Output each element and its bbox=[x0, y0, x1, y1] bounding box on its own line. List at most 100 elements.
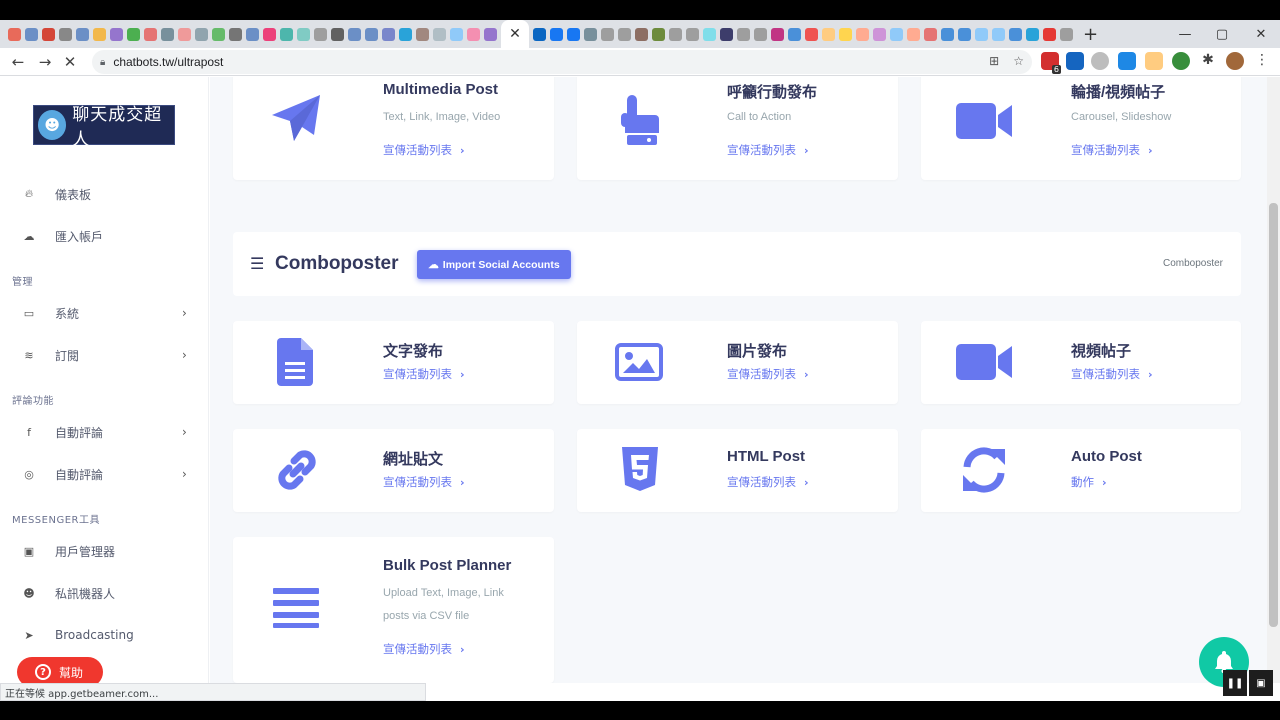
new-tab-icon[interactable]: + bbox=[1083, 24, 1098, 45]
tab-favicon[interactable] bbox=[297, 27, 310, 41]
tab-favicon[interactable] bbox=[229, 27, 242, 41]
extension-icon[interactable]: 6 bbox=[1041, 52, 1061, 74]
back-icon[interactable]: ← bbox=[8, 52, 28, 72]
tab-favicon[interactable] bbox=[1026, 27, 1039, 41]
sidebar-item-broadcasting[interactable]: ➤ Broadcasting bbox=[0, 620, 209, 650]
translate-icon[interactable]: ⊞ bbox=[989, 54, 999, 68]
tab-favicon[interactable] bbox=[263, 27, 276, 41]
tab-favicon[interactable] bbox=[93, 27, 106, 41]
tab-favicon[interactable] bbox=[433, 27, 446, 41]
tab-favicon[interactable] bbox=[144, 27, 157, 41]
import-social-accounts-button[interactable]: ☁ Import Social Accounts bbox=[417, 250, 571, 279]
tab-favicon[interactable] bbox=[618, 27, 631, 41]
tab-favicon[interactable] bbox=[890, 27, 903, 41]
tab-favicon[interactable] bbox=[771, 27, 784, 41]
tab-favicon[interactable] bbox=[1060, 27, 1073, 41]
tab-favicon[interactable] bbox=[737, 27, 750, 41]
extension-icon[interactable] bbox=[1066, 52, 1084, 70]
tab-favicon[interactable] bbox=[127, 27, 140, 41]
stop-icon[interactable]: ✕ bbox=[60, 52, 80, 72]
card-auto-post[interactable]: Auto Post 動作 › bbox=[921, 429, 1241, 512]
tab-favicon[interactable] bbox=[8, 27, 21, 41]
card-html-post[interactable]: HTML Post 宣傳活動列表 › bbox=[577, 429, 898, 512]
bookmark-star-icon[interactable]: ☆ bbox=[1013, 54, 1024, 68]
tab-favicon[interactable] bbox=[601, 27, 614, 41]
tab-favicon[interactable] bbox=[958, 27, 971, 41]
sidebar-item-messenger-bot[interactable]: ☻ 私訊機器人 bbox=[0, 578, 209, 608]
extension-icon[interactable] bbox=[1118, 52, 1136, 70]
tab-favicon[interactable] bbox=[25, 27, 38, 41]
tab-favicon[interactable] bbox=[348, 27, 361, 41]
tab-favicon[interactable] bbox=[331, 27, 344, 41]
tab-favicon[interactable] bbox=[839, 27, 852, 41]
tab-favicon[interactable] bbox=[59, 27, 72, 41]
avatar[interactable] bbox=[1226, 52, 1244, 70]
tab-favicon[interactable] bbox=[416, 27, 429, 41]
card-image-post[interactable]: 圖片發布 宣傳活動列表 › bbox=[577, 321, 898, 404]
tab-favicon[interactable] bbox=[873, 27, 886, 41]
card-call-to-action[interactable]: 呼籲行動發布 Call to Action 宣傳活動列表 › bbox=[577, 77, 898, 180]
actions-link[interactable]: 動作 › bbox=[1071, 474, 1107, 490]
tab-favicon[interactable] bbox=[822, 27, 835, 41]
card-video-post[interactable]: 視頻帖子 宣傳活動列表 › bbox=[921, 321, 1241, 404]
tab-favicon[interactable] bbox=[314, 27, 327, 41]
tab-favicon[interactable] bbox=[992, 27, 1005, 41]
card-carousel-video-post[interactable]: 輪播/視頻帖子 Carousel, Slideshow 宣傳活動列表 › bbox=[921, 77, 1241, 180]
pause-icon[interactable]: ❚❚ bbox=[1223, 670, 1247, 696]
tab-favicon[interactable] bbox=[76, 27, 89, 41]
tab-favicon[interactable] bbox=[584, 27, 597, 41]
tab-favicon[interactable] bbox=[856, 27, 869, 41]
logo[interactable]: ☻ 聊天成交超人 bbox=[33, 105, 175, 150]
sidebar-item-auto-comment-facebook[interactable]: f 自動評論 › bbox=[0, 417, 209, 447]
tab-favicon[interactable] bbox=[635, 27, 648, 41]
campaign-list-link[interactable]: 宣傳活動列表 › bbox=[383, 641, 465, 657]
tab-favicon[interactable] bbox=[212, 27, 225, 41]
tab-favicon[interactable] bbox=[450, 27, 463, 41]
url-text[interactable]: chatbots.tw/ultrapost bbox=[113, 55, 223, 69]
extension-icon[interactable] bbox=[1091, 52, 1109, 70]
breadcrumb[interactable]: Comboposter bbox=[1163, 258, 1223, 269]
card-text-post[interactable]: 文字發布 宣傳活動列表 › bbox=[233, 321, 554, 404]
lock-icon[interactable]: 🔒︎ bbox=[100, 57, 105, 68]
forward-icon[interactable]: → bbox=[35, 52, 55, 72]
scrollbar-thumb[interactable] bbox=[1269, 203, 1278, 627]
tab-favicon[interactable] bbox=[941, 27, 954, 41]
sidebar-item-user-manager[interactable]: ▣ 用戶管理器 bbox=[0, 536, 209, 566]
tab-favicon[interactable] bbox=[246, 27, 259, 41]
extension-icon[interactable] bbox=[1172, 52, 1190, 70]
campaign-list-link[interactable]: 宣傳活動列表 › bbox=[383, 142, 465, 158]
tab-favicon[interactable] bbox=[924, 27, 937, 41]
puzzle-icon[interactable]: ✱ bbox=[1199, 52, 1217, 70]
campaign-list-link[interactable]: 宣傳活動列表 › bbox=[727, 474, 809, 490]
campaign-list-link[interactable]: 宣傳活動列表 › bbox=[727, 366, 809, 382]
tab-favicon[interactable] bbox=[805, 27, 818, 41]
tab-favicon[interactable] bbox=[195, 27, 208, 41]
address-bar[interactable]: 🔒︎ chatbots.tw/ultrapost ⊞ ☆ bbox=[92, 50, 1032, 74]
tab-favicon[interactable] bbox=[975, 27, 988, 41]
menu-dots-icon[interactable]: ⋮ bbox=[1253, 52, 1271, 70]
tab-favicon[interactable] bbox=[110, 27, 123, 41]
tab-favicon[interactable] bbox=[382, 27, 395, 41]
tab-favicon[interactable] bbox=[533, 27, 546, 41]
sidebar-item-import-accounts[interactable]: ☁ 匯入帳戶 bbox=[0, 221, 209, 251]
tab-favicon[interactable] bbox=[484, 27, 497, 41]
tab-favicon[interactable] bbox=[720, 27, 733, 41]
tab-favicon[interactable] bbox=[1009, 27, 1022, 41]
close-window-icon[interactable]: ✕ bbox=[1238, 20, 1280, 48]
tab-favicon[interactable] bbox=[42, 27, 55, 41]
tab-favicon[interactable] bbox=[652, 27, 665, 41]
active-tab-close-icon[interactable]: ✕ bbox=[501, 20, 529, 48]
tab-favicon[interactable] bbox=[788, 27, 801, 41]
campaign-list-link[interactable]: 宣傳活動列表 › bbox=[1071, 142, 1153, 158]
sidebar-item-dashboard[interactable]: 🔥︎ 儀表板 bbox=[0, 179, 209, 209]
sidebar-item-auto-comment-instagram[interactable]: ◎ 自動評論 › bbox=[0, 459, 209, 489]
sidebar-item-system[interactable]: ▭ 系統 › bbox=[0, 298, 209, 328]
tab-favicon[interactable] bbox=[161, 27, 174, 41]
sidebar-item-subscription[interactable]: ≋ 訂閱 › bbox=[0, 340, 209, 370]
campaign-list-link[interactable]: 宣傳活動列表 › bbox=[1071, 366, 1153, 382]
tab-favicon[interactable] bbox=[703, 27, 716, 41]
page-scrollbar[interactable] bbox=[1267, 77, 1280, 683]
tab-favicon[interactable] bbox=[467, 27, 480, 41]
card-bulk-post-planner[interactable]: Bulk Post Planner Upload Text, Image, Li… bbox=[233, 537, 554, 683]
tab-favicon[interactable] bbox=[754, 27, 767, 41]
